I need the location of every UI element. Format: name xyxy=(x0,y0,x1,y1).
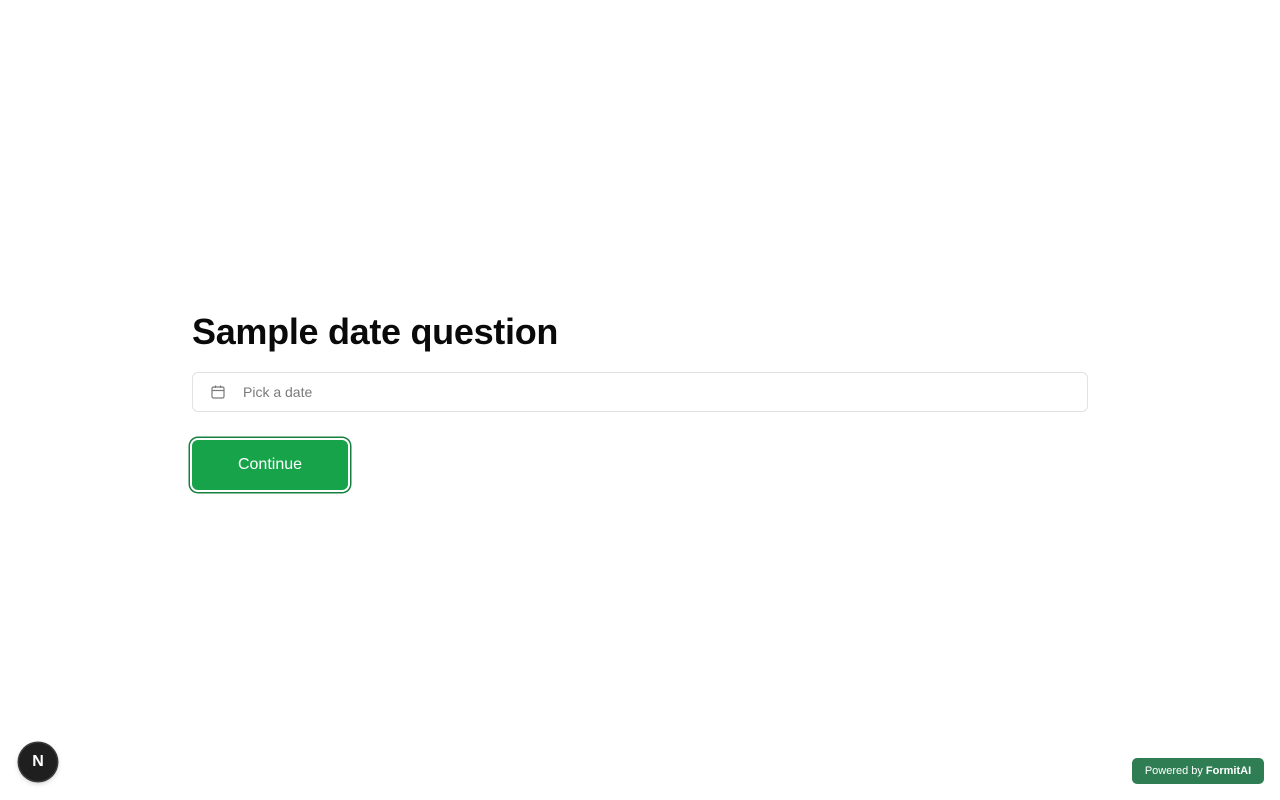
calendar-icon xyxy=(209,383,227,401)
date-picker-input[interactable]: Pick a date xyxy=(192,372,1088,412)
continue-button[interactable]: Continue xyxy=(192,440,348,490)
form-page: Sample date question Pick a date Continu… xyxy=(0,0,1280,800)
powered-by-badge[interactable]: Powered by FormitAI xyxy=(1132,758,1264,784)
question-block: Sample date question Pick a date Continu… xyxy=(192,310,1088,490)
date-placeholder: Pick a date xyxy=(243,384,313,400)
powered-by-brand: FormitAI xyxy=(1205,765,1252,777)
question-title: Sample date question xyxy=(192,311,559,352)
nav-badge-letter: N xyxy=(32,753,44,770)
powered-by-prefix: Powered by xyxy=(1144,765,1203,777)
nextjs-badge-icon[interactable]: N xyxy=(19,743,57,781)
